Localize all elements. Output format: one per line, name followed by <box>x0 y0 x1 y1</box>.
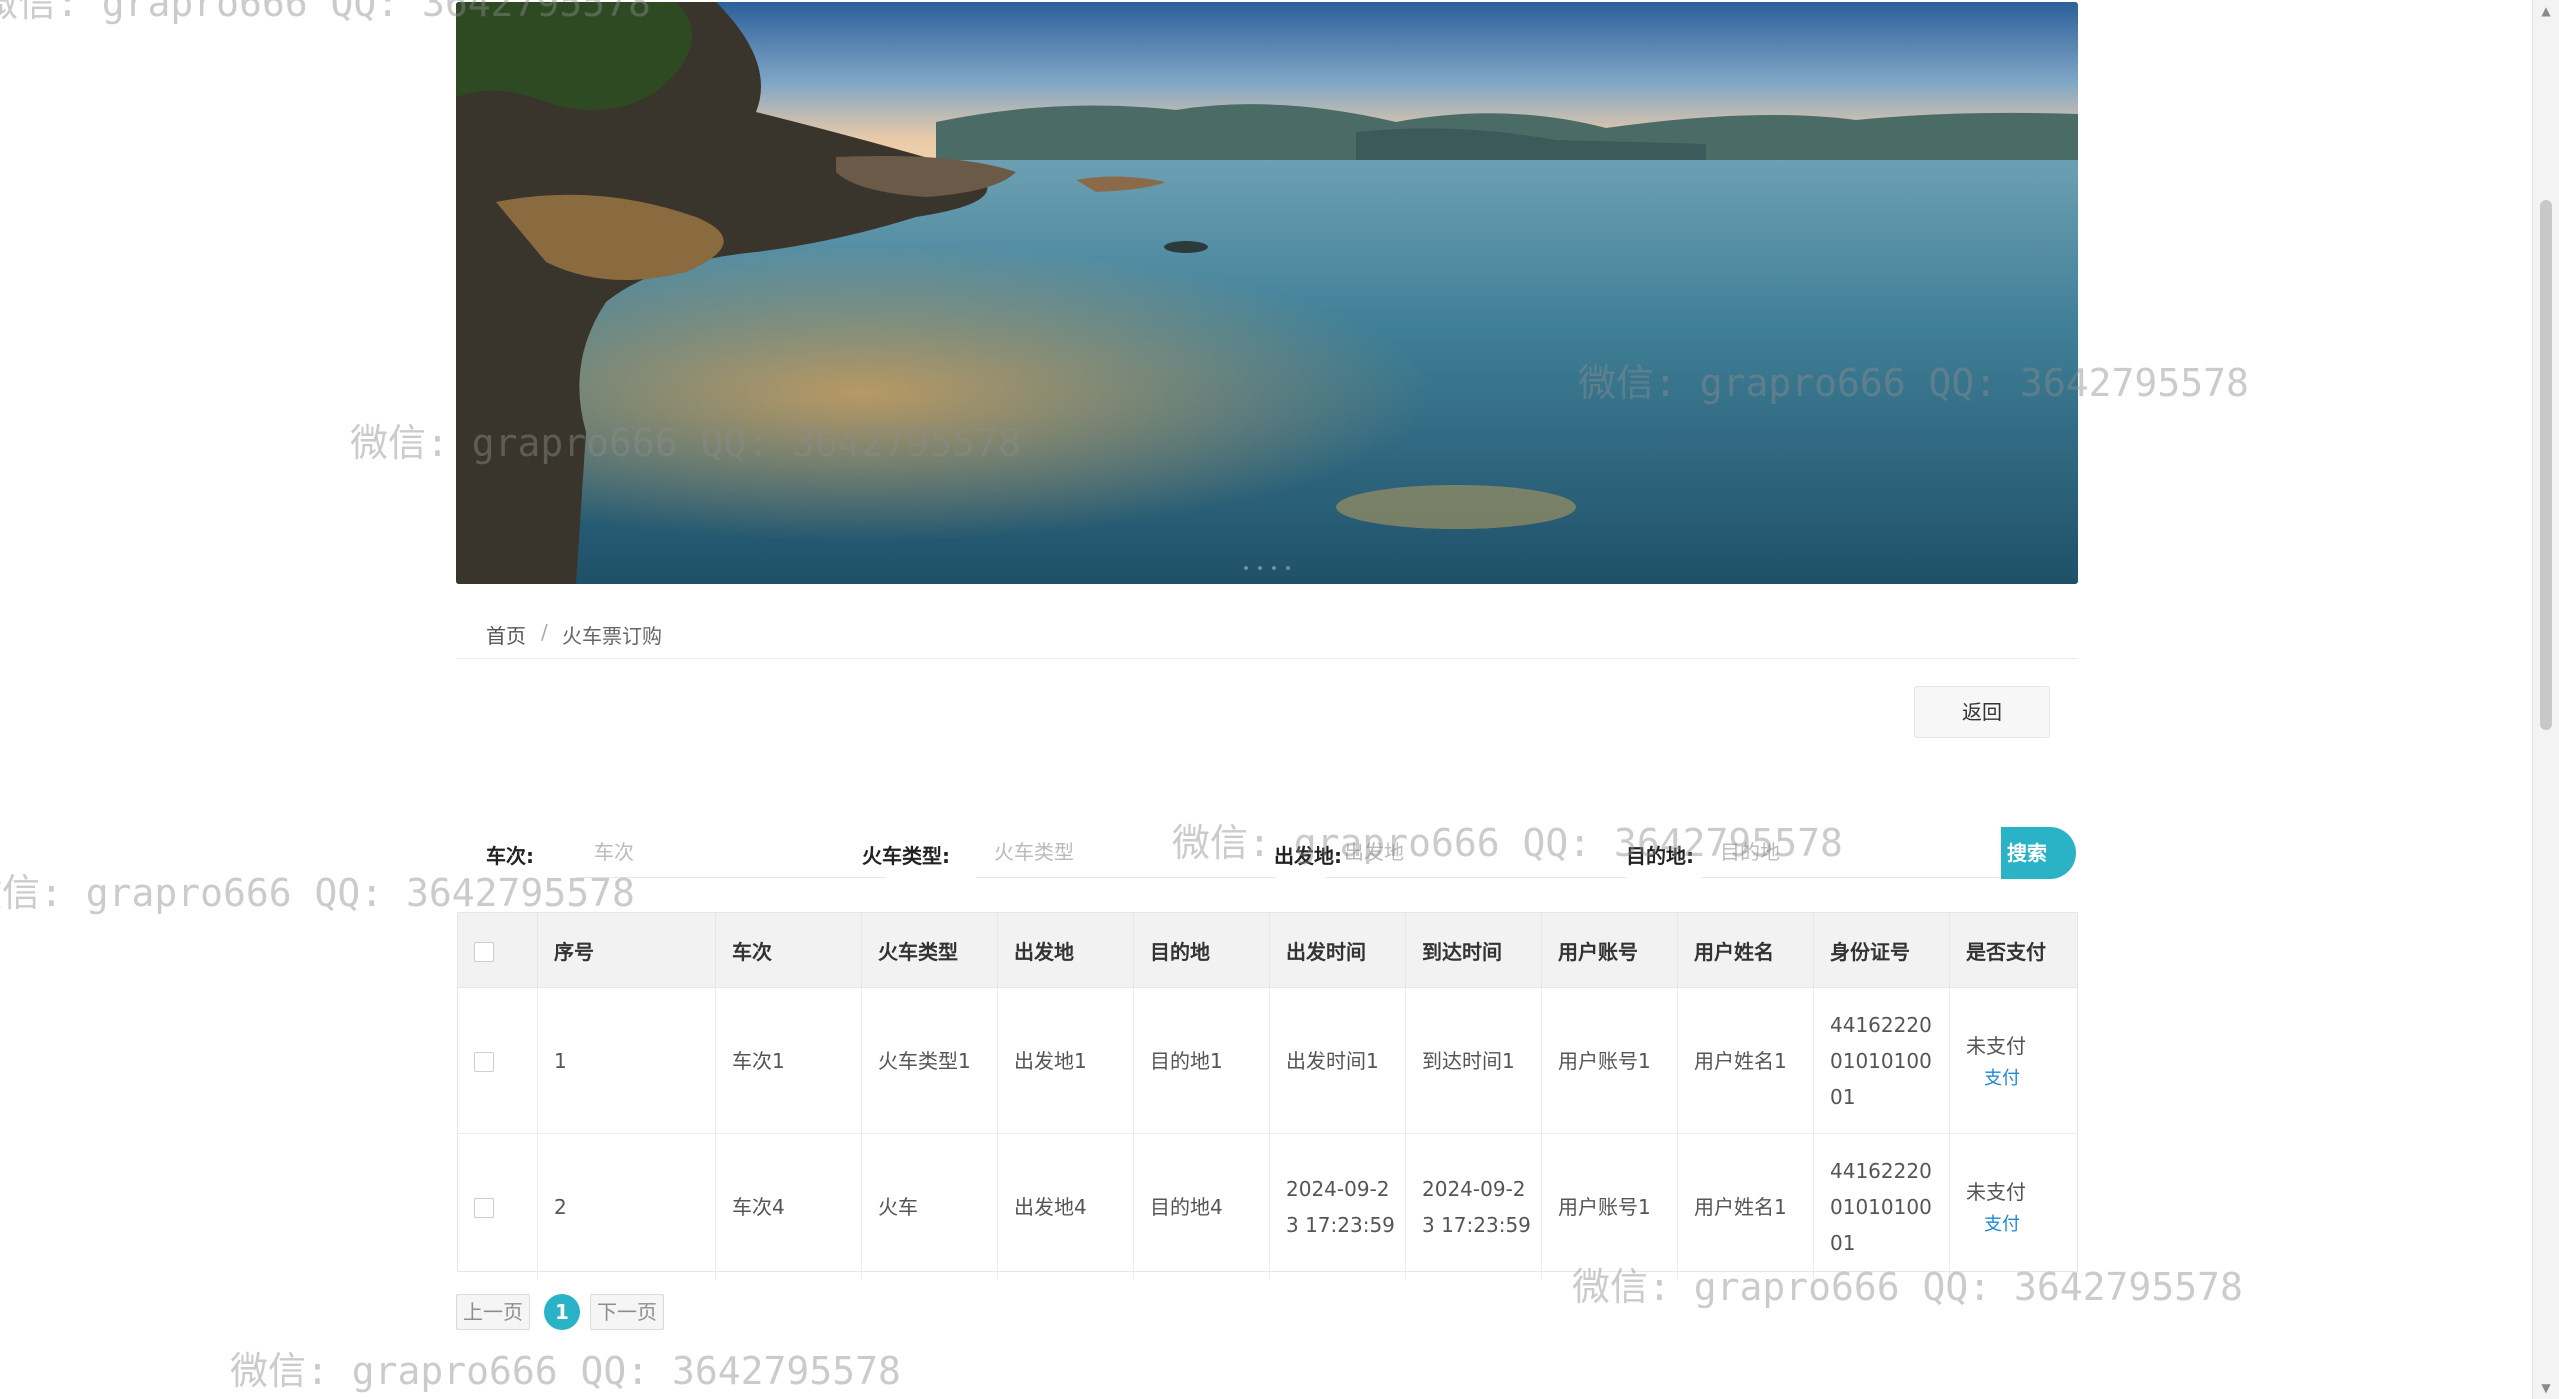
paid-status: 未支付 <box>1966 1033 2026 1058</box>
cell-destination: 目的地1 <box>1133 987 1270 1134</box>
breadcrumb-home-link[interactable]: 首页 <box>486 620 526 649</box>
destination-input[interactable]: 目的地 <box>1702 826 2002 878</box>
cell-paid: 未支付 支付 <box>1950 1134 2078 1280</box>
cell-origin: 出发地1 <box>997 987 1134 1134</box>
cell-train-type: 火车类型1 <box>861 987 998 1134</box>
breadcrumb: 首页 / 火车票订购 <box>456 608 2078 659</box>
train-no-input[interactable]: 车次 <box>576 826 886 878</box>
cell-train-no: 车次4 <box>715 1133 862 1279</box>
scroll-down-icon[interactable]: ▼ <box>2533 1377 2559 1399</box>
header-name: 用户姓名 <box>1677 913 1814 988</box>
watermark: 微信: grapro666 QQ: 3642795578 <box>230 1349 901 1393</box>
banner-image <box>456 2 2078 584</box>
table-row: 2 车次4 火车 出发地4 目的地4 2024-09-23 17:23:59 2… <box>458 1133 2078 1280</box>
origin-input[interactable]: 出发地 <box>1326 826 1626 878</box>
header-paid: 是否支付 <box>1949 913 2077 988</box>
cell-depart-time: 出发时间1 <box>1269 987 1406 1134</box>
orders-table: 序号 车次 火车类型 出发地 目的地 出发时间 到达时间 用户账号 用户姓名 身… <box>457 912 2078 1279</box>
header-arrive-time: 到达时间 <box>1405 913 1542 988</box>
pay-link[interactable]: 支付 <box>1984 1064 2076 1094</box>
scroll-up-icon[interactable]: ▲ <box>2533 0 2559 22</box>
table-row: 1 车次1 火车类型1 出发地1 目的地1 出发时间1 到达时间1 用户账号1 … <box>458 987 2077 1134</box>
next-page-button[interactable]: 下一页 <box>590 1294 664 1330</box>
cell-train-no: 车次1 <box>715 987 862 1134</box>
current-page-indicator[interactable]: 1 <box>544 1294 580 1330</box>
train-type-input[interactable]: 火车类型 <box>976 826 1276 878</box>
cell-origin: 出发地4 <box>997 1133 1134 1279</box>
header-train-type: 火车类型 <box>861 913 998 988</box>
header-origin: 出发地 <box>997 913 1134 988</box>
header-index: 序号 <box>537 913 716 988</box>
cell-depart-time: 2024-09-23 17:23:59 <box>1269 1133 1406 1279</box>
select-all-checkbox[interactable] <box>474 941 494 962</box>
cell-train-type: 火车 <box>861 1133 998 1279</box>
train-no-label: 车次: <box>486 844 534 868</box>
train-type-label: 火车类型: <box>862 844 950 868</box>
row-checkbox[interactable] <box>474 1198 494 1218</box>
vertical-scrollbar[interactable]: ▲ ▼ <box>2532 0 2559 1399</box>
banner-carousel[interactable] <box>456 2 2078 584</box>
header-id-number: 身份证号 <box>1813 913 1950 988</box>
cell-destination: 目的地4 <box>1133 1133 1270 1279</box>
cell-arrive-time: 到达时间1 <box>1405 987 1542 1134</box>
cell-arrive-time: 2024-09-23 17:23:59 <box>1405 1133 1542 1279</box>
cell-account: 用户账号1 <box>1541 987 1678 1134</box>
cell-index: 2 <box>537 1133 716 1279</box>
header-account: 用户账号 <box>1541 913 1678 988</box>
search-bar: 车次: 车次 火车类型: 火车类型 出发地: 出发地 目的地: 目的地 <box>456 826 2076 880</box>
header-select-all[interactable] <box>458 913 538 988</box>
header-destination: 目的地 <box>1133 913 1270 988</box>
header-depart-time: 出发时间 <box>1269 913 1406 988</box>
paid-status: 未支付 <box>1966 1179 2026 1204</box>
destination-label: 目的地: <box>1626 844 1694 868</box>
prev-page-button[interactable]: 上一页 <box>456 1294 530 1330</box>
breadcrumb-current: 火车票订购 <box>562 624 662 648</box>
cell-account: 用户账号1 <box>1541 1133 1678 1279</box>
back-button[interactable]: 返回 <box>1914 686 2050 738</box>
table-header-row: 序号 车次 火车类型 出发地 目的地 出发时间 到达时间 用户账号 用户姓名 身… <box>458 913 2077 988</box>
pagination: 上一页 1 下一页 <box>456 1294 756 1330</box>
carousel-indicators[interactable] <box>1244 566 1290 570</box>
cell-paid: 未支付 支付 <box>1949 987 2077 1134</box>
header-train-no: 车次 <box>715 913 862 988</box>
cell-id-number: 441622200101010001 <box>1813 1133 1950 1279</box>
row-checkbox[interactable] <box>474 1052 494 1072</box>
scrollbar-thumb[interactable] <box>2540 200 2552 730</box>
search-button[interactable]: 搜索 <box>2001 827 2076 879</box>
pay-link[interactable]: 支付 <box>1984 1210 2076 1240</box>
cell-index: 1 <box>537 987 716 1134</box>
cell-name: 用户姓名1 <box>1677 1133 1814 1279</box>
cell-name: 用户姓名1 <box>1677 987 1814 1134</box>
cell-id-number: 441622200101010001 <box>1813 987 1950 1134</box>
breadcrumb-separator: / <box>541 620 548 644</box>
